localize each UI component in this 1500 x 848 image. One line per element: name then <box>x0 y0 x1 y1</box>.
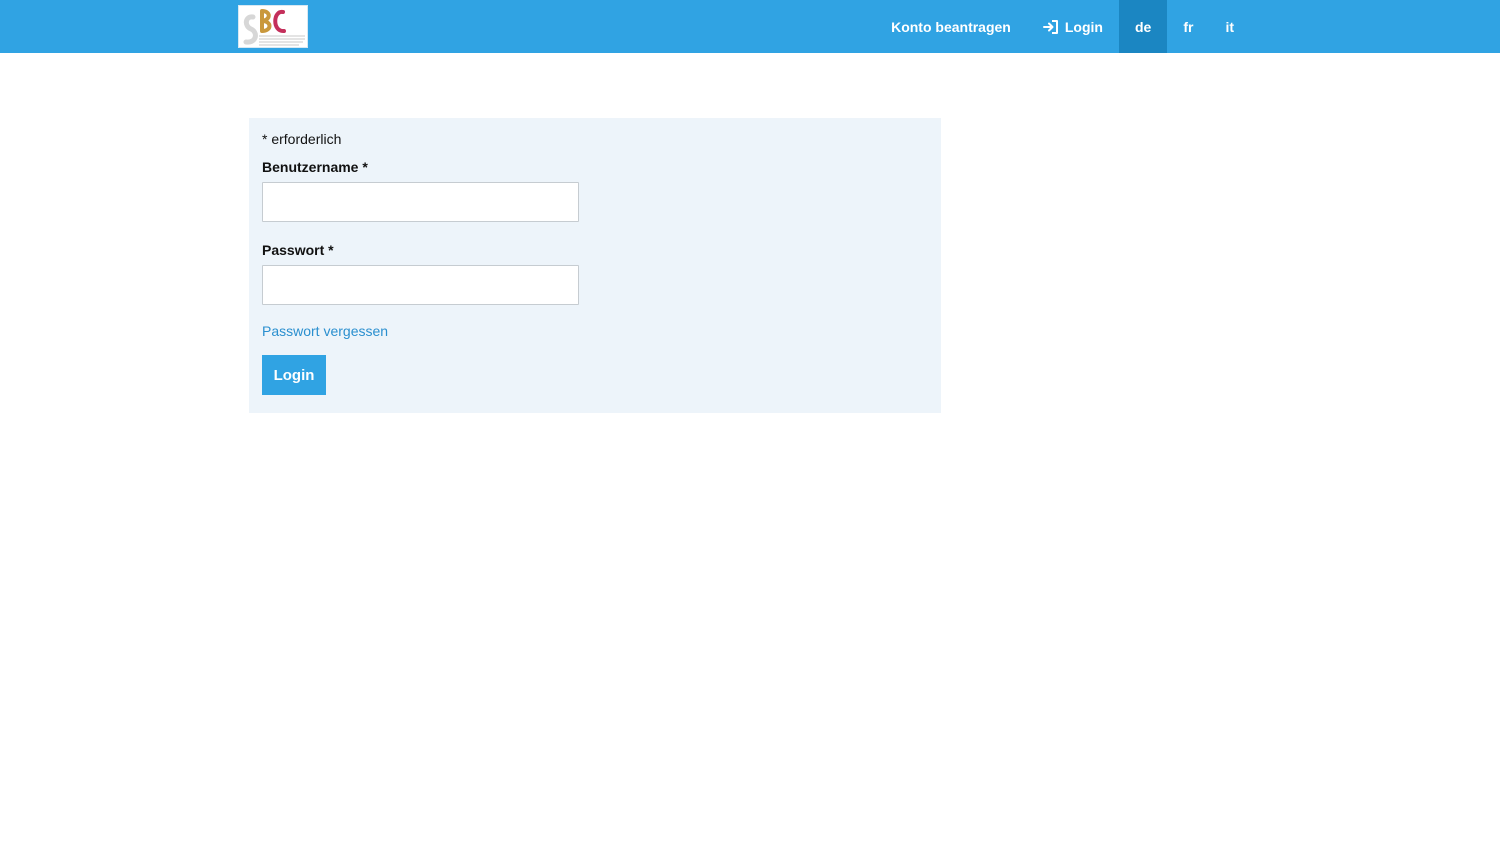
lang-it-label: it <box>1225 18 1234 35</box>
logo-graphic <box>243 9 305 46</box>
sign-in-icon <box>1042 19 1059 34</box>
lang-fr-label: fr <box>1183 18 1194 35</box>
nav-login-link[interactable]: Login <box>1027 0 1119 53</box>
login-button[interactable]: Login <box>262 355 326 395</box>
sbc-logo[interactable] <box>238 5 308 48</box>
lang-de[interactable]: de <box>1118 0 1168 53</box>
nav-login-label: Login <box>1064 18 1103 35</box>
lang-fr[interactable]: fr <box>1167 0 1209 53</box>
login-panel: * erforderlich Benutzername * Passwort *… <box>249 118 941 413</box>
username-label: Benutzername * <box>262 159 368 175</box>
lang-de-label: de <box>1134 18 1152 35</box>
lang-it[interactable]: it <box>1209 0 1250 53</box>
top-navbar: Konto beantragen Login de fr it <box>0 0 1500 53</box>
password-field[interactable] <box>262 265 579 305</box>
password-label: Passwort * <box>262 242 334 258</box>
forgot-password-link[interactable]: Passwort vergessen <box>262 323 388 339</box>
request-account-label: Konto beantragen <box>891 18 1011 35</box>
required-note: * erforderlich <box>262 131 342 147</box>
username-field[interactable] <box>262 182 579 222</box>
nav-menu: Konto beantragen Login de fr it <box>875 0 1250 53</box>
request-account-link[interactable]: Konto beantragen <box>875 0 1027 53</box>
